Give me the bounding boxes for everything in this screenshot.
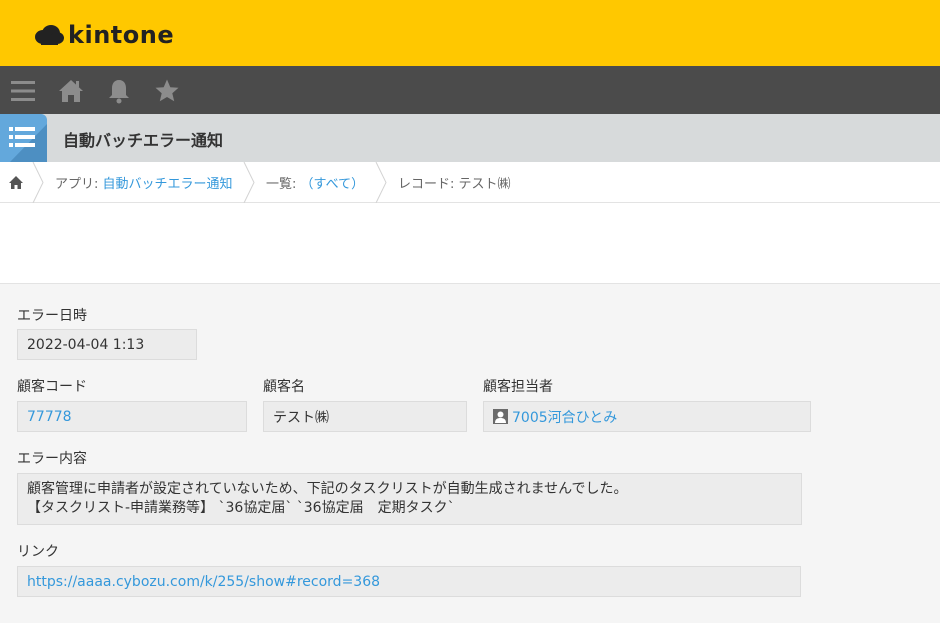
cloud-logo-icon — [35, 25, 64, 45]
error-content-label: エラー内容 — [17, 451, 87, 467]
customer-code-label: 顧客コード — [17, 379, 87, 395]
error-content-line: 顧客管理に申請者が設定されていないため、下記のタスクリストが自動生成されませんで… — [27, 481, 628, 497]
user-icon — [493, 409, 508, 424]
link-value[interactable]: https://aaaa.cybozu.com/k/255/show#recor… — [17, 566, 801, 597]
error-datetime-value: 2022-04-04 1:13 — [17, 329, 197, 360]
customer-owner-label: 顧客担当者 — [483, 379, 553, 395]
kintone-logo[interactable]: kintone — [34, 20, 174, 50]
breadcrumb-list-link[interactable]: （すべて） — [301, 177, 365, 192]
customer-name-value: テスト㈱ — [263, 401, 467, 432]
customer-name-label: 顧客名 — [263, 379, 305, 395]
menu-icon[interactable] — [10, 78, 36, 104]
customer-code-value[interactable]: 77778 — [17, 401, 247, 432]
breadcrumb-app: アプリ: 自動バッチエラー通知 — [55, 177, 233, 192]
home-icon[interactable] — [58, 78, 84, 104]
customer-owner-value[interactable]: 7005河合ひとみ — [483, 401, 811, 432]
link-label: リンク — [17, 544, 59, 560]
app-title[interactable]: 自動バッチエラー通知 — [63, 127, 223, 151]
error-content-line: 【タスクリスト-申請業務等】 `36協定届` `36協定届 定期タスク` — [27, 500, 455, 516]
breadcrumb-separator — [243, 162, 255, 203]
breadcrumb: アプリ: 自動バッチエラー通知 一覧: （すべて） レコード: テスト㈱ — [0, 162, 940, 203]
breadcrumb-app-link[interactable]: 自動バッチエラー通知 — [103, 177, 233, 192]
error-content-value: 顧客管理に申請者が設定されていないため、下記のタスクリストが自動生成されませんで… — [17, 473, 802, 525]
breadcrumb-separator — [32, 162, 44, 203]
record-detail: エラー日時 2022-04-04 1:13 顧客コード 77778 顧客名 テス… — [0, 284, 940, 623]
logo-text: kintone — [68, 21, 175, 49]
record-toolbar — [0, 203, 940, 284]
breadcrumb-list: 一覧: （すべて） — [266, 177, 365, 192]
header-bar: kintone — [0, 0, 940, 66]
breadcrumb-home-icon[interactable] — [8, 175, 24, 190]
breadcrumb-separator — [375, 162, 387, 203]
list-icon — [9, 124, 47, 162]
star-icon[interactable] — [154, 78, 180, 104]
app-list-icon[interactable] — [0, 114, 47, 162]
error-datetime-label: エラー日時 — [17, 308, 87, 324]
global-nav — [0, 66, 940, 114]
breadcrumb-record: レコード: テスト㈱ — [398, 177, 511, 192]
bell-icon[interactable] — [106, 78, 132, 104]
